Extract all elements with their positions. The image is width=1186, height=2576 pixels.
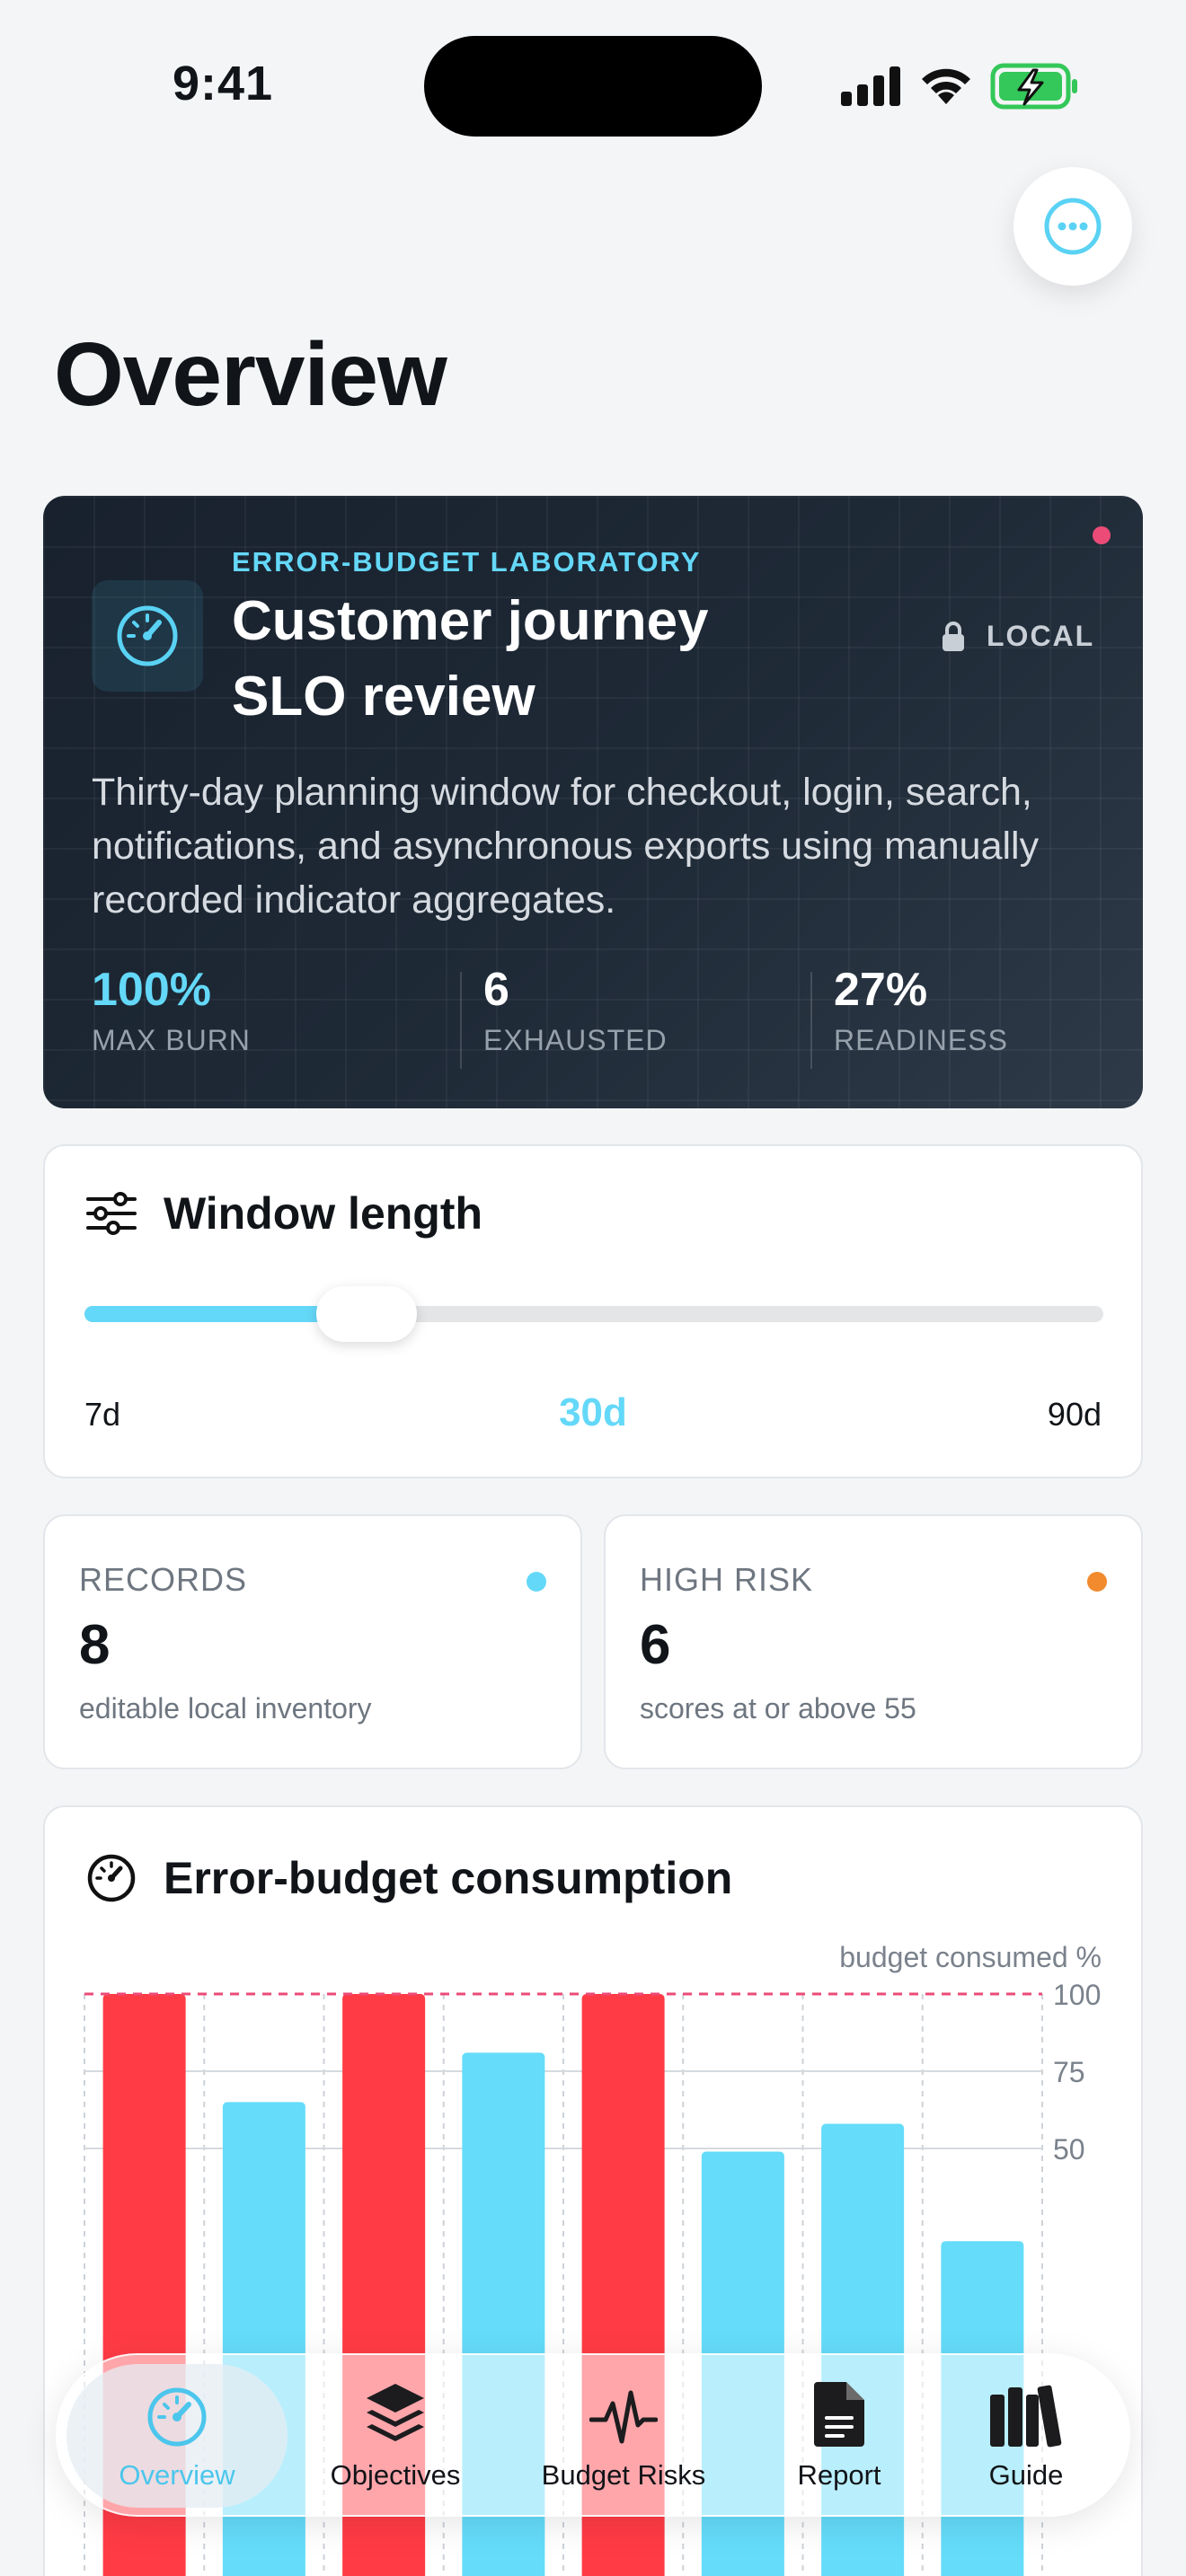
gauge-icon xyxy=(87,1854,136,1902)
tab-label: Report xyxy=(797,2459,881,2491)
hero-stat-value: 6 xyxy=(483,964,509,1016)
local-badge: LOCAL xyxy=(942,620,1094,653)
tab-budget-risks[interactable]: Budget Risks xyxy=(514,2373,733,2508)
metric-subtitle: editable local inventory xyxy=(79,1692,372,1725)
hero-stat-value: 100% xyxy=(92,964,211,1016)
slider-max-label: 90d xyxy=(1047,1396,1102,1433)
hero-description: Thirty-day planning window for checkout,… xyxy=(92,771,1040,922)
tab-label: Budget Risks xyxy=(541,2459,706,2491)
hero-stat-readiness: 27% READINESS xyxy=(834,963,1008,1071)
cellular-signal-icon xyxy=(841,66,900,106)
hero-stat-exhausted: 6 EXHAUSTED xyxy=(483,963,668,1071)
metric-label: RECORDS xyxy=(79,1561,248,1598)
document-icon xyxy=(814,2382,864,2447)
status-bar: 9:41 xyxy=(0,0,1186,171)
chart-title: Error-budget consumption xyxy=(164,1853,733,1903)
hero-stat-label: MAX BURN xyxy=(92,1024,251,1056)
tab-guide[interactable]: Guide xyxy=(945,2373,1107,2508)
tab-report[interactable]: Report xyxy=(758,2373,920,2508)
gauge-icon xyxy=(147,2387,207,2447)
tab-overview[interactable]: Overview xyxy=(66,2373,288,2508)
hero-eyebrow: ERROR-BUDGET LABORATORY xyxy=(232,546,702,578)
hero-title: Customer journey SLO review xyxy=(232,590,709,728)
local-badge-label: LOCAL xyxy=(987,620,1095,652)
tab-bar: Overview Objectives Budget Risks Report … xyxy=(56,2353,1130,2517)
hero-stat-label: READINESS xyxy=(834,1024,1008,1056)
chart-header: Error-budget consumption xyxy=(86,1852,732,1904)
window-length-header: Window length xyxy=(86,1187,482,1239)
hero-icon-tile xyxy=(92,580,203,692)
metric-card-high-risk[interactable]: HIGH RISK 6 scores at or above 55 xyxy=(604,1514,1143,1769)
tab-label: Objectives xyxy=(330,2459,461,2491)
slider-thumb[interactable] xyxy=(316,1286,418,1342)
slider-value-label: 30d xyxy=(559,1390,627,1434)
window-length-title: Window length xyxy=(164,1188,483,1239)
hero-stat-divider xyxy=(460,972,462,1069)
tab-objectives[interactable]: Objectives xyxy=(305,2373,485,2508)
page-title: Overview xyxy=(54,324,447,425)
metric-subtitle: scores at or above 55 xyxy=(640,1692,916,1725)
hero-status-dot xyxy=(1093,526,1111,544)
sliders-icon xyxy=(86,1192,137,1235)
hero-stat-label: EXHAUSTED xyxy=(483,1024,668,1056)
chart-y-tick-label: 75 xyxy=(1053,2056,1085,2088)
gauge-icon xyxy=(117,605,178,666)
metric-card-records[interactable]: RECORDS 8 editable local inventory xyxy=(43,1514,582,1769)
dynamic-island xyxy=(424,36,762,137)
hero-stat-max-burn: 100% MAX BURN xyxy=(92,963,251,1071)
hero-stat-value: 27% xyxy=(834,964,928,1016)
window-length-slider[interactable] xyxy=(84,1306,1103,1322)
chart-y-tick-label: 50 xyxy=(1053,2133,1085,2166)
metric-dot xyxy=(527,1572,546,1592)
layers-icon xyxy=(367,2384,424,2441)
window-length-card: Window length 7d 30d 90d xyxy=(43,1144,1143,1478)
status-time: 9:41 xyxy=(173,57,274,110)
chart-y-axis-label: budget consumed % xyxy=(839,1941,1102,1973)
pulse-icon xyxy=(589,2390,658,2444)
tab-label: Overview xyxy=(119,2459,235,2491)
lock-icon xyxy=(943,621,964,651)
metric-value: 8 xyxy=(79,1614,111,1676)
hero-stats: 100% MAX BURN 6 EXHAUSTED 27% READINESS xyxy=(92,963,1107,1071)
ellipsis-circle-icon xyxy=(1044,198,1102,255)
metric-label: HIGH RISK xyxy=(640,1561,814,1598)
tab-label: Guide xyxy=(988,2459,1064,2491)
hero-card: ERROR-BUDGET LABORATORY Customer journey… xyxy=(43,496,1143,1108)
metric-value: 6 xyxy=(640,1614,671,1676)
battery-charging-icon xyxy=(990,63,1077,110)
hero-stat-divider xyxy=(810,972,812,1069)
more-options-button[interactable] xyxy=(1013,167,1132,286)
wifi-icon xyxy=(922,68,970,104)
books-icon xyxy=(990,2385,1062,2448)
chart-y-tick-label: 100 xyxy=(1053,1979,1101,2011)
metric-dot xyxy=(1087,1572,1107,1592)
